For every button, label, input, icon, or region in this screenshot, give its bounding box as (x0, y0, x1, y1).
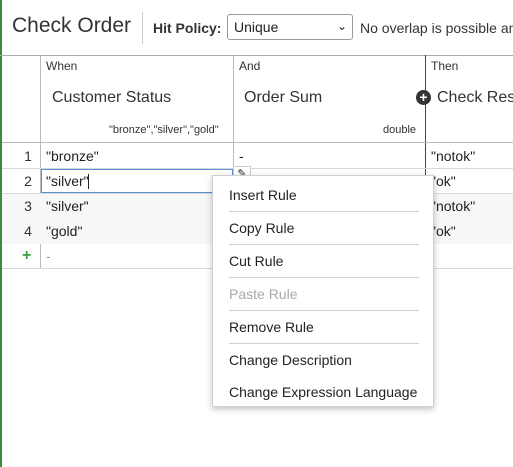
menu-separator (229, 244, 419, 245)
column-type-double: double (383, 124, 417, 136)
column-type-values: "bronze","silver","gold" (109, 124, 219, 136)
row-number: 3 (24, 198, 32, 214)
add-column-icon[interactable]: + (416, 90, 431, 105)
hit-policy-select[interactable]: Unique ⌄ (227, 14, 353, 40)
table-cell[interactable]: "gold" (46, 223, 82, 239)
table-cell[interactable]: - (239, 148, 244, 164)
menu-item-copy-rule[interactable]: Copy Rule (229, 220, 294, 236)
table-cell[interactable]: "ok" (431, 223, 456, 239)
hit-policy-value: Unique (234, 19, 279, 35)
column-header-order-sum[interactable]: Order Sum (244, 89, 322, 107)
column-kind-when: When (46, 59, 78, 73)
menu-item-insert-rule[interactable]: Insert Rule (229, 187, 297, 203)
menu-separator (229, 277, 419, 278)
table-top-border (0, 55, 513, 56)
context-menu: Insert Rule Copy Rule Cut Rule Paste Rul… (212, 175, 434, 407)
page-title: Check Order (12, 14, 132, 37)
menu-item-remove-rule[interactable]: Remove Rule (229, 319, 314, 335)
hit-policy-description: No overlap is possible an (360, 20, 513, 36)
menu-separator (229, 211, 419, 212)
row-number: 4 (24, 223, 32, 239)
column-header-customer-status[interactable]: Customer Status (52, 89, 171, 107)
table-cell[interactable]: "notok" (431, 148, 475, 164)
add-row-placeholder[interactable]: - (46, 248, 51, 264)
menu-item-change-expression-language[interactable]: Change Expression Language (229, 384, 417, 400)
column-kind-then: Then (431, 59, 459, 73)
header-bottom-border (2, 142, 513, 143)
table-cell[interactable]: "notok" (431, 198, 475, 214)
table-cell[interactable]: "bronze" (46, 148, 99, 164)
row-number: 1 (24, 148, 32, 164)
menu-separator (229, 343, 419, 344)
chevron-down-icon: ⌄ (336, 19, 347, 33)
table-cell[interactable]: "silver" (46, 198, 89, 214)
table-cell[interactable]: "ok" (431, 173, 456, 189)
menu-item-paste-rule: Paste Rule (229, 286, 298, 302)
menu-item-change-description[interactable]: Change Description (229, 352, 352, 368)
menu-item-cut-rule[interactable]: Cut Rule (229, 253, 283, 269)
title-divider (142, 12, 143, 44)
column-kind-and: And (239, 59, 261, 73)
hit-policy-label: Hit Policy: (153, 20, 222, 36)
column-header-check-result[interactable]: Check Res (437, 89, 513, 107)
table-cell-editing[interactable]: "silver" (46, 173, 89, 189)
add-row-icon[interactable]: + (22, 247, 31, 265)
text-caret (88, 174, 89, 189)
menu-separator (229, 310, 419, 311)
